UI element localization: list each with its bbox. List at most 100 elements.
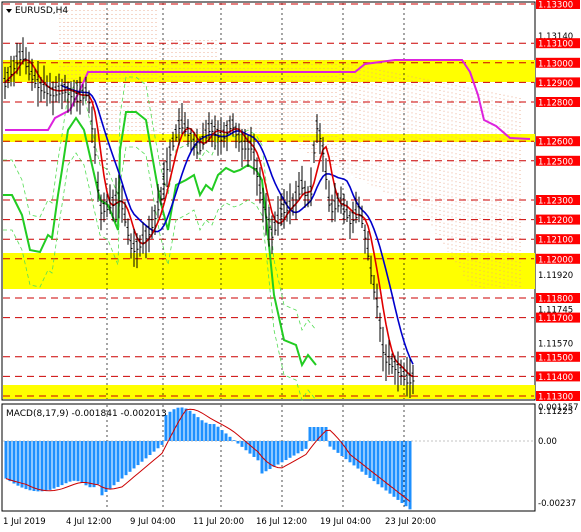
macd-bar	[188, 410, 192, 441]
macd-bar	[144, 441, 148, 459]
macd-axis-label: -0.00237	[538, 499, 576, 509]
macd-bar	[152, 441, 156, 452]
symbol-title-text: EURUSD,H4	[15, 6, 68, 16]
macd-bar	[212, 424, 216, 441]
macd-bar	[136, 441, 140, 466]
macd-bar	[192, 413, 196, 441]
macd-bar	[216, 426, 220, 441]
macd-bar	[16, 441, 20, 486]
macd-bar	[184, 408, 188, 441]
macd-bar	[368, 441, 372, 478]
macd-bar	[248, 441, 252, 454]
macd-bar	[308, 427, 312, 441]
macd-bar	[228, 436, 232, 441]
macd-bar	[80, 441, 84, 483]
price-label: 1.11800	[538, 295, 573, 305]
time-label: 9 Jul 04:00	[130, 517, 176, 527]
macd-bar	[96, 441, 100, 485]
macd-bar	[48, 441, 52, 490]
macd-bar	[296, 441, 300, 454]
macd-bar	[24, 441, 28, 490]
macd-bar	[4, 441, 8, 479]
price-label: 1.11570	[538, 340, 573, 350]
macd-bar	[408, 441, 412, 510]
macd-bar	[116, 441, 120, 482]
macd-bar	[104, 441, 108, 492]
price-axis: 1.133001.131401.131001.130001.129001.128…	[536, 0, 580, 417]
macd-axis: 0.001257 0.00 -0.00237	[538, 403, 579, 509]
price-label: 1.12600	[538, 138, 573, 148]
macd-bar	[140, 441, 144, 462]
macd-bar	[328, 441, 332, 447]
macd-bar	[84, 441, 88, 486]
macd-bar	[332, 441, 336, 450]
macd-bar	[88, 441, 92, 488]
macd-bar	[124, 441, 128, 476]
macd-bar	[400, 441, 404, 504]
time-label: 4 Jul 12:00	[66, 517, 112, 527]
macd-bar	[348, 441, 352, 463]
price-label: 1.13300	[538, 1, 573, 11]
macd-bar	[196, 417, 200, 441]
macd-bar	[128, 441, 132, 472]
macd-bar	[120, 441, 124, 479]
macd-bar	[224, 433, 228, 441]
macd-bar	[64, 441, 68, 484]
macd-bar	[360, 441, 364, 472]
macd-bar	[372, 441, 376, 482]
price-label: 1.12900	[538, 79, 573, 89]
price-label: 1.12300	[538, 197, 573, 207]
macd-bar	[148, 441, 152, 455]
macd-bar	[172, 409, 176, 441]
time-axis: 1 Jul 2019 4 Jul 12:00 9 Jul 04:00 11 Jul 2…	[3, 517, 436, 527]
macd-bar	[304, 441, 308, 449]
macd-bar	[312, 427, 316, 441]
macd-bar	[44, 441, 48, 491]
macd-bar	[364, 441, 368, 475]
price-label: 1.13000	[538, 59, 573, 69]
price-label: 1.11400	[538, 373, 573, 383]
macd-bar	[324, 427, 328, 441]
macd-bar	[76, 441, 80, 482]
price-label: 1.12500	[538, 157, 573, 167]
macd-bar	[156, 441, 160, 449]
macd-bar	[160, 441, 164, 445]
macd-bar	[288, 441, 292, 458]
macd-bar	[264, 441, 268, 472]
price-label: 1.12800	[538, 99, 573, 109]
macd-bar	[292, 441, 296, 456]
macd-bar	[220, 430, 224, 441]
macd-bar	[180, 407, 184, 441]
time-label: 11 Jul 20:00	[193, 517, 244, 527]
price-label: 1.12000	[538, 255, 573, 265]
macd-bar	[28, 441, 32, 491]
macd-bar	[356, 441, 360, 469]
macd-bar	[32, 441, 36, 492]
time-label: 19 Jul 04:00	[320, 517, 371, 527]
price-label: 1.12200	[538, 216, 573, 226]
macd-bar	[8, 441, 12, 482]
macd-bar	[12, 441, 16, 484]
macd-bar	[236, 441, 240, 444]
symbol-title[interactable]: EURUSD,H4	[6, 6, 68, 16]
macd-axis-label: 0.00	[538, 437, 557, 447]
macd-bar	[56, 441, 60, 487]
price-label: 1.11700	[538, 314, 573, 324]
macd-title: MACD(8,17,9) -0.001841 -0.002013	[6, 409, 167, 419]
macd-bar	[336, 441, 340, 453]
price-label: 1.12100	[538, 236, 573, 246]
macd-bar	[276, 441, 280, 465]
macd-bar	[52, 441, 56, 489]
time-label: 23 Jul 20:00	[385, 517, 436, 527]
macd-bar	[240, 441, 244, 447]
macd-bar	[20, 441, 24, 488]
price-label: 1.11920	[538, 271, 573, 281]
macd-bar	[200, 420, 204, 441]
macd-bar	[40, 441, 44, 492]
macd-bar	[60, 441, 64, 486]
price-label: 1.11300	[538, 393, 573, 403]
macd-bar	[108, 441, 112, 489]
macd-bar	[284, 441, 288, 461]
macd-bar	[300, 441, 304, 452]
chart-canvas[interactable]: EURUSD,H4 1.133001.131401.131001.130001.…	[0, 0, 581, 532]
